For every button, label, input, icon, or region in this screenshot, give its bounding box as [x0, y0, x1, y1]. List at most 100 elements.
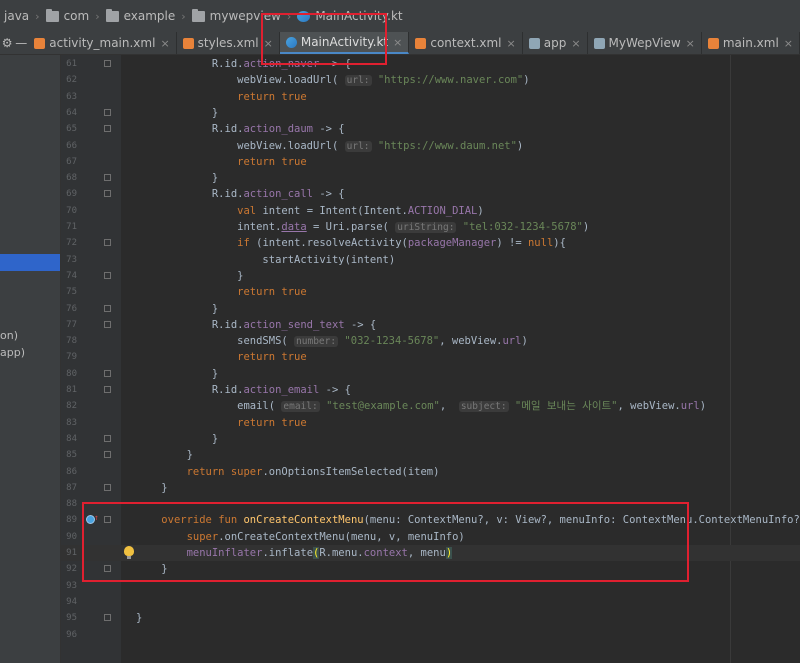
code-line[interactable]: 78 sendSMS( number: "032-1234-5678", web… [61, 333, 800, 349]
fold-marker-icon[interactable] [104, 516, 111, 524]
code-line[interactable]: 79 return true [61, 349, 800, 365]
code-line[interactable]: 64 } [61, 105, 800, 121]
code-line[interactable]: 72 if (intent.resolveActivity(packageMan… [61, 235, 800, 251]
editor-tab[interactable]: MyWepView × [588, 32, 702, 54]
fold-marker-icon[interactable] [104, 386, 111, 393]
editor-tab[interactable]: MainActivity.kt × [279, 32, 410, 54]
code-line[interactable]: 84 } [61, 431, 800, 447]
fold-marker-icon[interactable] [104, 565, 111, 573]
code-line[interactable]: 81 R.id.action_email -> { [61, 382, 800, 398]
fold-marker-icon[interactable] [104, 304, 111, 312]
code-line[interactable]: 80 } [61, 366, 800, 382]
line-number: 85 [66, 450, 77, 461]
code-line[interactable]: 65 R.id.action_daum -> { [61, 121, 800, 137]
fold-marker-icon[interactable] [104, 239, 111, 247]
breadcrumb-separator: › [95, 9, 100, 23]
fold-marker-icon[interactable] [104, 434, 111, 442]
breadcrumb-item[interactable]: MainActivity.kt [297, 9, 403, 23]
code-line[interactable]: 93 [61, 578, 800, 594]
close-icon[interactable]: × [507, 37, 516, 50]
fold-marker-icon[interactable] [104, 451, 111, 459]
editor-tab[interactable]: app × [523, 32, 588, 54]
close-icon[interactable]: × [784, 37, 793, 50]
xml-icon [707, 37, 719, 49]
code-line[interactable]: 92 } [61, 561, 800, 577]
code-text: } [136, 106, 219, 119]
fold-marker-icon[interactable] [104, 174, 111, 182]
gear-icon[interactable]: ⚙ [0, 36, 14, 50]
fold-marker-icon[interactable] [104, 483, 111, 491]
code-line[interactable]: 69 R.id.action_call -> { [61, 186, 800, 202]
line-number: 84 [66, 433, 77, 444]
code-line[interactable]: 95} [61, 610, 800, 626]
line-number: 88 [66, 499, 77, 510]
project-sidebar: on) app) [0, 55, 61, 663]
code-line[interactable]: 77 R.id.action_send_text -> { [61, 317, 800, 333]
code-line[interactable]: 90 super.onCreateContextMenu(menu, v, me… [61, 529, 800, 545]
tab-label: MyWepView [608, 36, 681, 50]
code-line[interactable]: 71 intent.data = Uri.parse( uriString: "… [61, 219, 800, 235]
folder-icon [45, 8, 59, 22]
code-line[interactable]: 73 startActivity(intent) [61, 252, 800, 268]
fold-marker-icon[interactable] [104, 320, 111, 328]
line-number: 77 [66, 319, 77, 330]
code-text: val intent = Intent(Intent.ACTION_DIAL) [237, 204, 484, 217]
close-icon[interactable]: × [393, 36, 402, 49]
fold-marker-icon[interactable] [104, 60, 111, 67]
fold-marker-icon[interactable] [104, 369, 111, 377]
line-number: 73 [66, 254, 77, 265]
code-line[interactable]: 66 webView.loadUrl( url: "https://www.da… [61, 138, 800, 154]
code-line[interactable]: 88 [61, 496, 800, 512]
code-line[interactable]: 62 webView.loadUrl( url: "https://www.na… [61, 72, 800, 88]
code-line[interactable]: 70 val intent = Intent(Intent.ACTION_DIA… [61, 203, 800, 219]
code-text: webView.loadUrl( url: "https://www.daum.… [136, 139, 524, 152]
editor-tab[interactable]: main.xml × [702, 32, 800, 54]
close-icon[interactable]: × [160, 37, 169, 50]
fold-marker-icon[interactable] [104, 108, 111, 116]
editor-tab[interactable]: context.xml × [409, 32, 523, 54]
editor-tab[interactable]: activity_main.xml × [28, 32, 177, 54]
code-line[interactable]: 91 menuInflater.inflate(R.menu.context, … [61, 545, 800, 561]
code-line[interactable]: 86 return super.onOptionsItemSelected(it… [61, 464, 800, 480]
breadcrumb-label: example [123, 9, 176, 23]
code-line[interactable]: 74 } [61, 268, 800, 284]
code-line[interactable]: 76 } [61, 301, 800, 317]
code-line[interactable]: 89 override fun onCreateContextMenu(menu… [61, 510, 800, 528]
editor-tab[interactable]: styles.xml × [177, 32, 280, 54]
collapse-icon[interactable]: — [14, 36, 28, 50]
close-icon[interactable]: × [571, 37, 580, 50]
fold-marker-icon[interactable] [104, 271, 111, 279]
code-line[interactable]: 67 return true [61, 154, 800, 170]
code-line[interactable]: 87 } [61, 480, 800, 496]
code-line[interactable]: 61 R.id.action_naver -> { [61, 56, 800, 72]
close-icon[interactable]: × [686, 37, 695, 50]
sidebar-selected-item[interactable] [0, 254, 60, 271]
override-method-icon[interactable] [86, 510, 99, 526]
breadcrumb-item[interactable]: mywepview [191, 8, 281, 23]
code-line[interactable]: 96 [61, 627, 800, 643]
fold-marker-icon[interactable] [104, 614, 111, 622]
line-number: 65 [66, 124, 77, 135]
code-line[interactable]: 63 return true [61, 89, 800, 105]
code-text: sendSMS( number: "032-1234-5678", webVie… [136, 335, 528, 348]
fold-marker-icon[interactable] [104, 125, 111, 133]
code-line[interactable]: 75 return true [61, 284, 800, 300]
code-line[interactable]: 68 } [61, 170, 800, 186]
breadcrumb: java › com › example › mywepview › MainActivity.… [0, 0, 800, 33]
fold-marker-icon[interactable] [104, 190, 111, 198]
close-icon[interactable]: × [264, 37, 273, 50]
breadcrumb-item[interactable]: java [4, 9, 29, 23]
line-number: 76 [66, 303, 77, 314]
line-number: 95 [66, 613, 77, 624]
code-line[interactable]: 83 return true [61, 415, 800, 431]
kotlin-file-icon [285, 36, 297, 48]
lightbulb-icon[interactable] [124, 546, 134, 559]
breadcrumb-item[interactable]: com [45, 8, 89, 23]
code-line[interactable]: 85 } [61, 447, 800, 463]
code-text: webView.loadUrl( url: "https://www.naver… [136, 74, 530, 87]
code-line[interactable]: 82 email( email: "test@example.com", sub… [61, 398, 800, 414]
code-line[interactable]: 94 [61, 594, 800, 610]
line-number: 89 [66, 515, 77, 526]
breadcrumb-item[interactable]: example [105, 8, 176, 23]
code-text: intent.data = Uri.parse( uriString: "tel… [136, 221, 590, 233]
